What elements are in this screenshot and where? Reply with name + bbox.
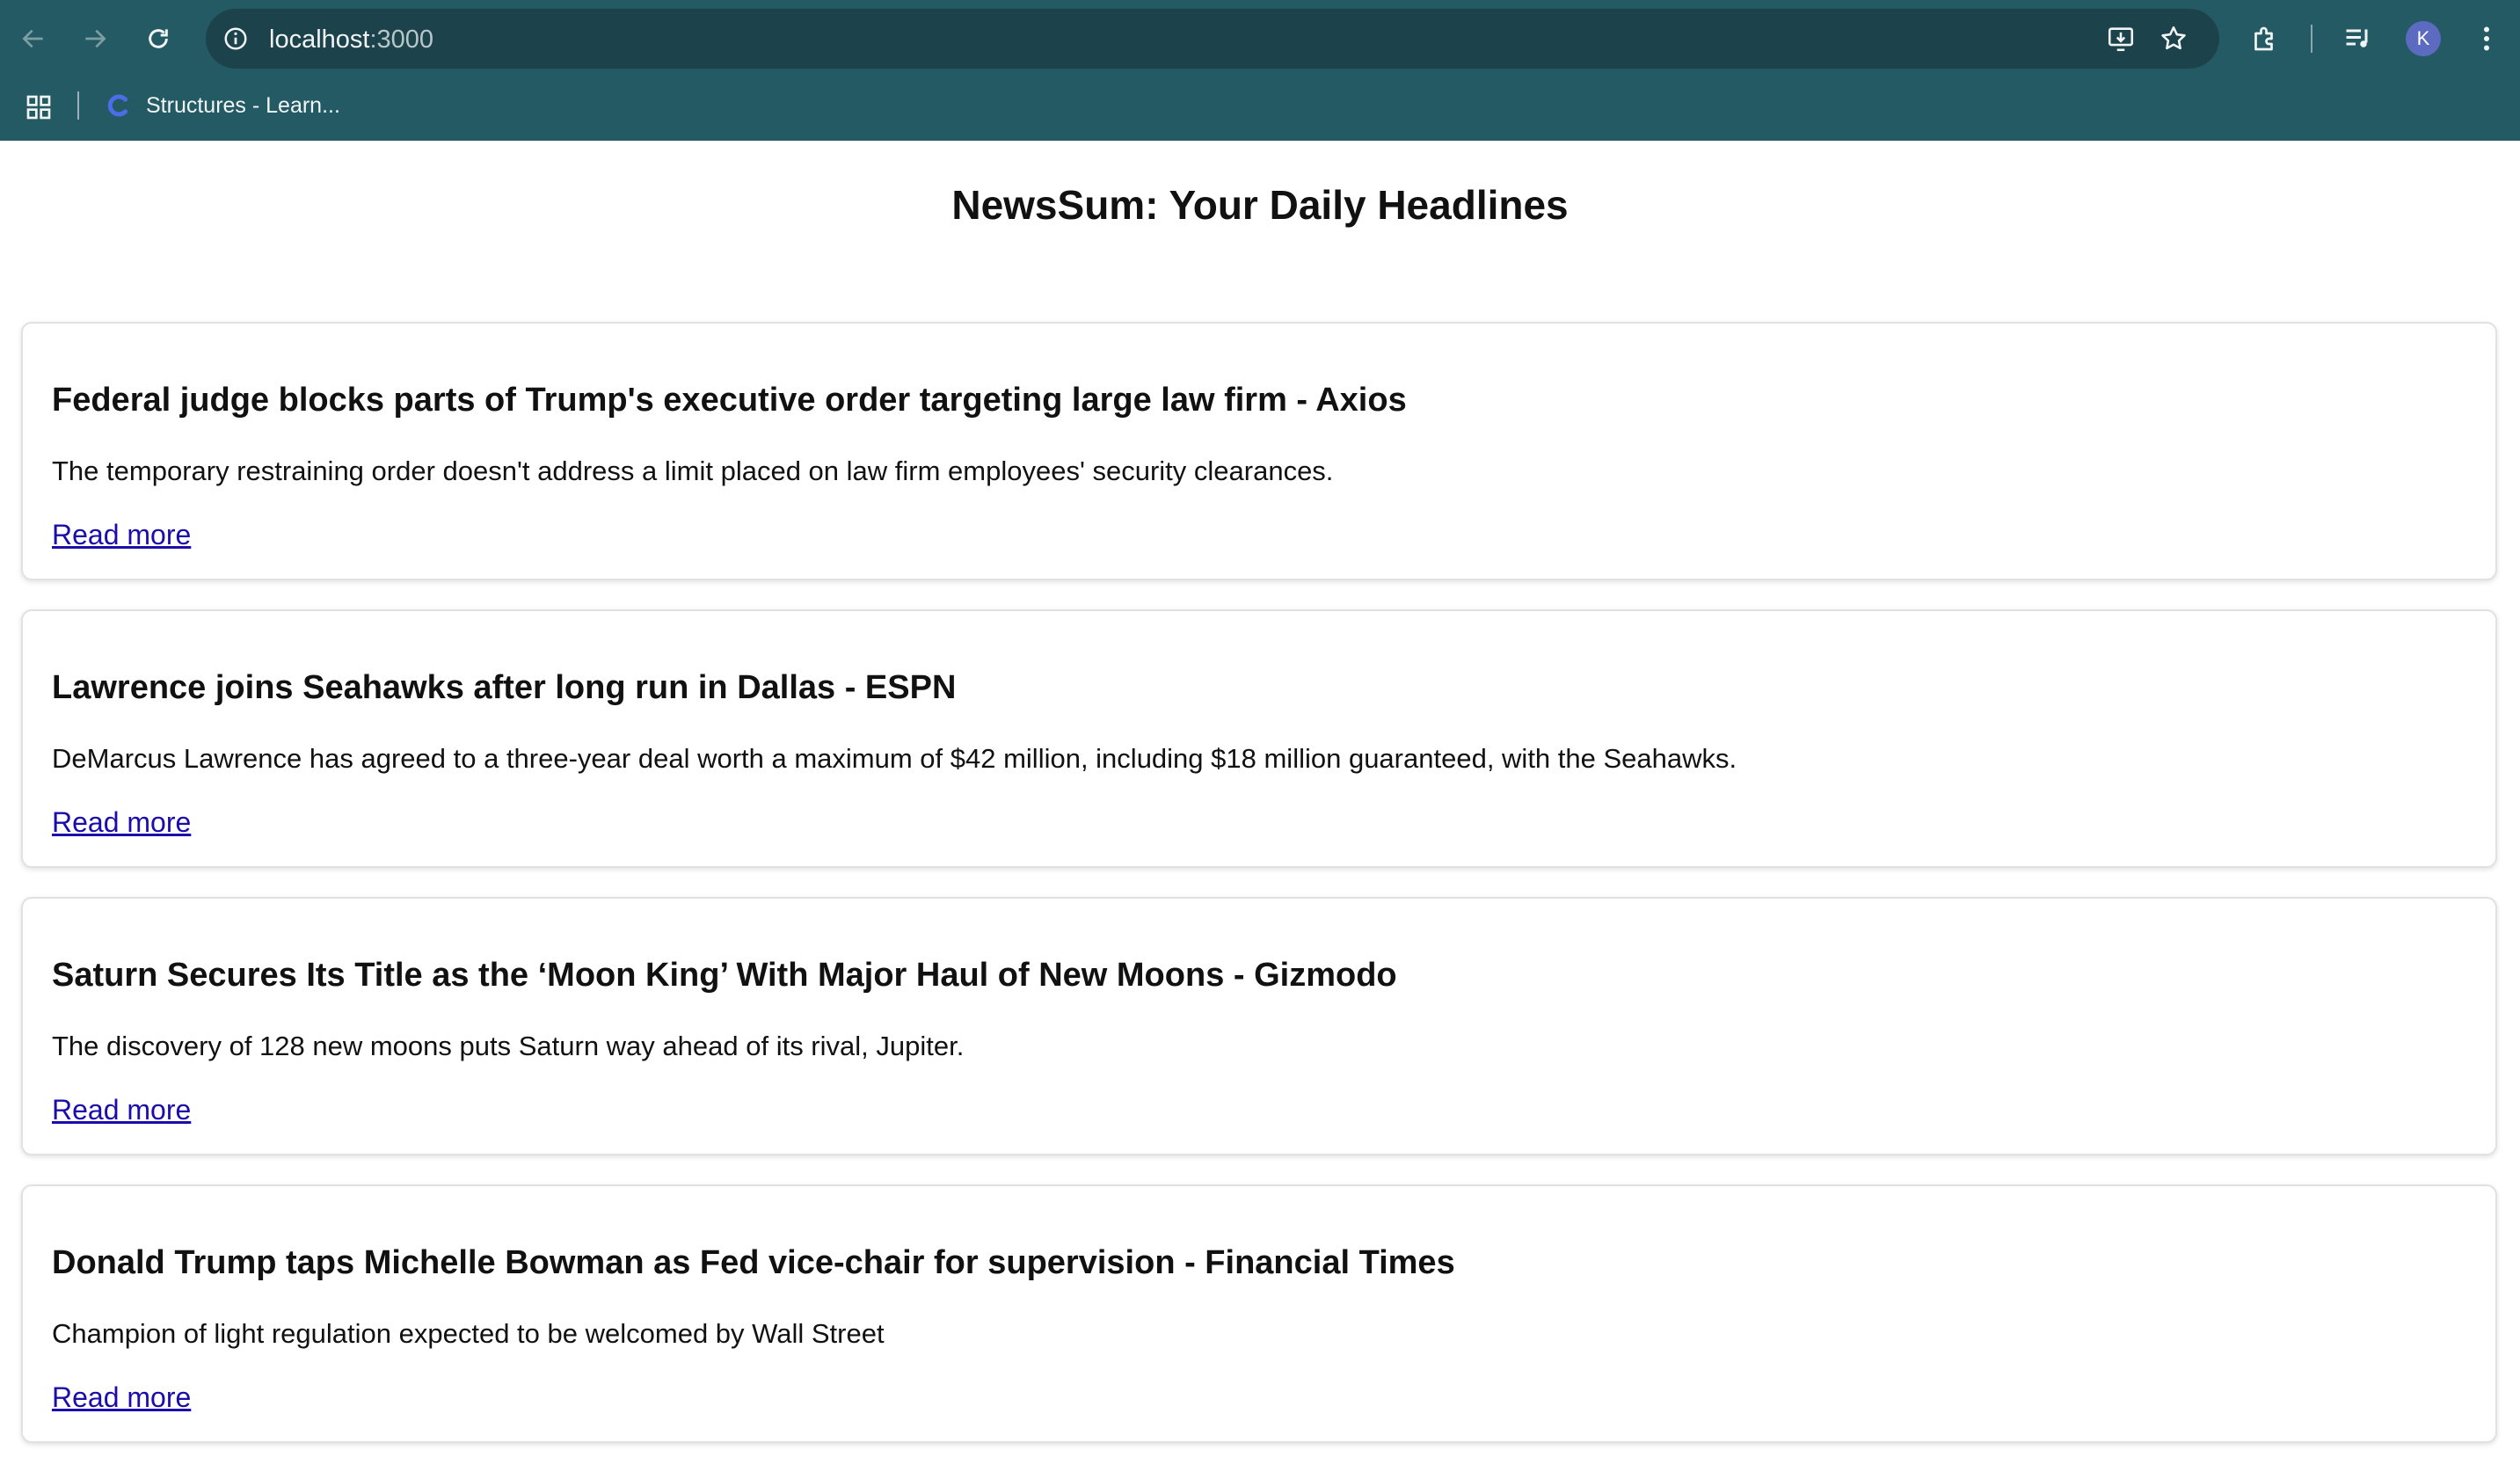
article-title: Saturn Secures Its Title as the ‘Moon Ki… — [52, 957, 1397, 994]
article-card: Federal judge blocks parts of Trump's ex… — [21, 322, 2497, 580]
article-description: The discovery of 128 new moons puts Satu… — [52, 1031, 965, 1061]
article-description: The temporary restraining order doesn't … — [52, 455, 1334, 486]
article-card: Lawrence joins Seahawks after long run i… — [21, 609, 2497, 868]
read-more-link[interactable]: Read more — [52, 1381, 191, 1414]
page-content: NewsSum: Your Daily Headlines Federal ju… — [0, 141, 2520, 1460]
address-bar[interactable]: localhost:3000 — [206, 9, 2219, 69]
bookmark-item[interactable]: Structures - Learn... — [104, 88, 340, 123]
install-app-icon[interactable] — [2105, 23, 2137, 55]
article-title: Lawrence joins Seahawks after long run i… — [52, 669, 957, 706]
read-more-link[interactable]: Read more — [52, 1094, 191, 1126]
read-more-link[interactable]: Read more — [52, 519, 191, 551]
url-port: :3000 — [369, 26, 434, 54]
toolbar-separator — [2311, 25, 2312, 53]
article-description: DeMarcus Lawrence has agreed to a three-… — [52, 743, 1737, 774]
bookmarks-bar: Structures - Learn... — [0, 77, 2520, 141]
apps-grid-icon[interactable] — [21, 90, 56, 125]
article-card: Saturn Secures Its Title as the ‘Moon Ki… — [21, 897, 2497, 1155]
article-title: Donald Trump taps Michelle Bowman as Fed… — [52, 1244, 1455, 1281]
page-title: NewsSum: Your Daily Headlines — [951, 182, 1569, 228]
star-icon[interactable] — [2158, 23, 2189, 55]
article-card: Donald Trump taps Michelle Bowman as Fed… — [21, 1184, 2497, 1443]
forward-arrow-icon[interactable] — [74, 18, 116, 60]
article-title: Federal judge blocks parts of Trump's ex… — [52, 382, 1407, 419]
back-arrow-icon[interactable] — [12, 18, 55, 60]
media-controls-icon[interactable] — [2339, 19, 2378, 58]
article-description: Champion of light regulation expected to… — [52, 1318, 885, 1349]
url-text[interactable]: localhost:3000 — [269, 25, 433, 55]
bookmarks-separator — [77, 91, 79, 120]
browser-chrome: localhost:3000 K Structures - Learn... — [0, 0, 2520, 141]
info-icon[interactable] — [218, 21, 253, 56]
c-logo-icon — [104, 91, 134, 120]
url-host: localhost — [269, 26, 370, 54]
avatar[interactable]: K — [2406, 21, 2441, 56]
article-list: Federal judge blocks parts of Trump's ex… — [21, 322, 2497, 1472]
more-vert-icon[interactable] — [2467, 19, 2506, 58]
bookmark-label: Structures - Learn... — [146, 92, 340, 118]
reload-icon[interactable] — [137, 18, 179, 60]
browser-toolbar: localhost:3000 K — [0, 0, 2520, 77]
puzzle-icon[interactable] — [2246, 19, 2284, 58]
read-more-link[interactable]: Read more — [52, 806, 191, 839]
